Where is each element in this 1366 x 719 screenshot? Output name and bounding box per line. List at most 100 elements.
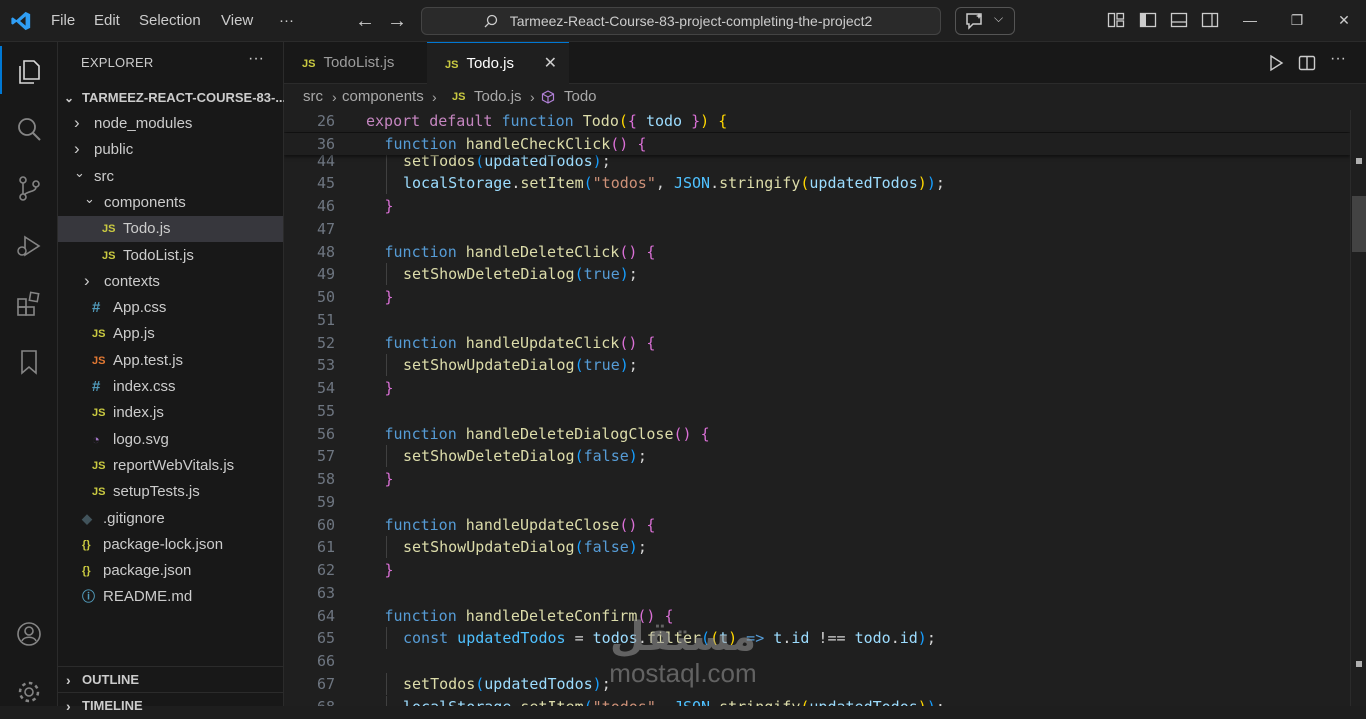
code-line[interactable]: 59: [284, 491, 1350, 513]
folder-item[interactable]: › node_modules: [58, 111, 283, 137]
code-line[interactable]: 62}: [284, 559, 1350, 581]
code-line[interactable]: 63: [284, 582, 1350, 604]
code-line[interactable]: 45 localStorage.setItem("todos", JSON.str…: [284, 172, 1350, 195]
code-line[interactable]: 66: [284, 650, 1350, 672]
activity-accounts[interactable]: [0, 608, 58, 656]
file-item[interactable]: JS index.js: [58, 400, 283, 426]
code-token: function: [384, 606, 457, 625]
split-editor-icon[interactable]: [1298, 54, 1316, 72]
menu-file[interactable]: File: [51, 0, 75, 42]
file-name: App.js: [113, 325, 155, 343]
code-line[interactable]: 65 const updatedTodos = todos.filter((t) …: [284, 627, 1350, 650]
menu-selection[interactable]: Selection: [139, 0, 201, 42]
editor-scrollbar[interactable]: [1350, 110, 1366, 706]
watermark-latin: mostaql.com: [609, 658, 757, 688]
code-line[interactable]: 51: [284, 309, 1350, 331]
code-line[interactable]: 49 setShowDeleteDialog(true);: [284, 263, 1350, 286]
toggle-panel-icon[interactable]: [1170, 11, 1188, 29]
code-token: false: [583, 538, 629, 557]
forward-arrow-icon[interactable]: →: [386, 10, 408, 32]
code-token: (: [574, 538, 584, 557]
tab-todolist[interactable]: JS TodoList.js: [284, 42, 427, 84]
file-item[interactable]: JS App.js: [58, 321, 283, 347]
tab-label: Todo.js: [466, 55, 514, 72]
file-item[interactable]: JS Todo.js: [58, 216, 283, 243]
activity-extensions[interactable]: [0, 278, 58, 326]
toggle-primary-sidebar-icon[interactable]: [1139, 11, 1157, 29]
file-item[interactable]: # index.css: [58, 374, 283, 400]
workspace-root[interactable]: ⌄ TARMEEZ-REACT-COURSE-83-...: [58, 87, 284, 109]
close-tab-icon[interactable]: ✕: [544, 43, 557, 85]
file-item[interactable]: ◆ .gitignore: [58, 506, 283, 532]
activity-explorer[interactable]: [0, 46, 58, 94]
code-line[interactable]: 56 function handleDeleteDialogClose() {: [284, 423, 1350, 445]
code-line[interactable]: 46}: [284, 195, 1350, 217]
code-token: {: [637, 242, 656, 261]
activity-search[interactable]: [0, 104, 58, 152]
file-item[interactable]: ⓘ README.md: [58, 584, 283, 610]
folder-item[interactable]: › public: [58, 137, 283, 163]
code-line[interactable]: 64 function handleDeleteConfirm() {: [284, 605, 1350, 627]
code-line[interactable]: 47: [284, 218, 1350, 240]
restore-icon[interactable]: ❐: [1287, 10, 1307, 30]
file-item[interactable]: ◔ logo.svg: [58, 427, 283, 453]
more-actions-icon[interactable]: ···: [1330, 50, 1346, 68]
menu-view[interactable]: View: [221, 0, 253, 42]
activity-manage[interactable]: [0, 666, 58, 714]
code-line[interactable]: 54}: [284, 377, 1350, 399]
menu-edit[interactable]: Edit: [94, 0, 120, 42]
tab-todo[interactable]: JS Todo.js ✕: [427, 42, 569, 84]
customize-layout-icon[interactable]: [1107, 11, 1125, 29]
breadcrumb-src[interactable]: src: [303, 84, 323, 110]
minimize-icon[interactable]: —: [1240, 10, 1260, 30]
chevron-down-icon: ⌄: [74, 164, 85, 180]
code-line[interactable]: 68localStorage.setItem("todos", JSON.str…: [284, 695, 1350, 706]
toggle-secondary-sidebar-icon[interactable]: [1201, 11, 1219, 29]
code-line[interactable]: 58}: [284, 468, 1350, 490]
chevron-right-icon: ›: [74, 113, 80, 132]
activity-source-control[interactable]: [0, 162, 58, 210]
code-token: function: [384, 333, 457, 352]
code-line[interactable]: 67 setTodos(updatedTodos);: [284, 672, 1350, 695]
activity-run-debug[interactable]: [0, 220, 58, 268]
code-line[interactable]: 52 function handleUpdateClick() {: [284, 332, 1350, 354]
back-arrow-icon[interactable]: ←: [354, 10, 376, 32]
code-editor[interactable]: 44 setTodos(updatedTodos); 45 localStorage.…: [284, 110, 1350, 706]
code-line[interactable]: 53 setShowUpdateDialog(true);: [284, 354, 1350, 377]
file-item[interactable]: JS TodoList.js: [58, 243, 283, 269]
breadcrumb-symbol[interactable]: Todo: [564, 84, 597, 110]
run-code-icon[interactable]: [1267, 54, 1285, 72]
file-item[interactable]: JS reportWebVitals.js: [58, 453, 283, 479]
sticky-scroll-line[interactable]: 36 function handleCheckClick() {: [284, 132, 1350, 155]
command-center-search[interactable]: Tarmeez-React-Course-83-project-completi…: [421, 7, 941, 35]
code-line[interactable]: 48 function handleDeleteClick() {: [284, 241, 1350, 263]
file-item[interactable]: {} package-lock.json: [58, 532, 283, 558]
breadcrumb-file[interactable]: Todo.js: [474, 84, 522, 110]
menu-more[interactable]: ···: [279, 0, 294, 42]
code-line[interactable]: 60 function handleUpdateClose() {: [284, 514, 1350, 536]
copilot-button[interactable]: ⌵: [955, 7, 1015, 35]
file-item[interactable]: {} package.json: [58, 558, 283, 584]
folder-item[interactable]: ⌄ components: [58, 190, 283, 216]
file-item[interactable]: JS App.test.js: [58, 348, 283, 374]
code-line[interactable]: 61 setShowUpdateDialog(false);: [284, 536, 1350, 559]
scrollbar-thumb[interactable]: [1352, 196, 1366, 252]
outline-section[interactable]: › OUTLINE: [58, 666, 284, 692]
timeline-section[interactable]: › TIMELINE: [58, 692, 284, 718]
file-name: package.json: [103, 562, 192, 580]
code-line[interactable]: 57 setShowDeleteDialog(false);: [284, 445, 1350, 468]
activity-bookmarks[interactable]: [0, 336, 58, 384]
explorer-more-button[interactable]: ···: [248, 50, 264, 68]
folder-item[interactable]: › contexts: [58, 269, 283, 295]
close-window-icon[interactable]: ✕: [1334, 10, 1354, 30]
code-line[interactable]: 55: [284, 400, 1350, 422]
sticky-scroll-line[interactable]: 26 export default function Todo({ todo })…: [284, 110, 1350, 132]
breadcrumb-components[interactable]: components: [342, 84, 424, 110]
file-item[interactable]: # App.css: [58, 295, 283, 321]
file-item[interactable]: JS setupTests.js: [58, 479, 283, 505]
extensions-icon: [17, 291, 40, 316]
vscode-logo-icon[interactable]: [10, 10, 32, 32]
folder-name: node_modules: [94, 115, 193, 132]
line-number: 45: [316, 174, 335, 193]
code-line[interactable]: 50}: [284, 286, 1350, 308]
